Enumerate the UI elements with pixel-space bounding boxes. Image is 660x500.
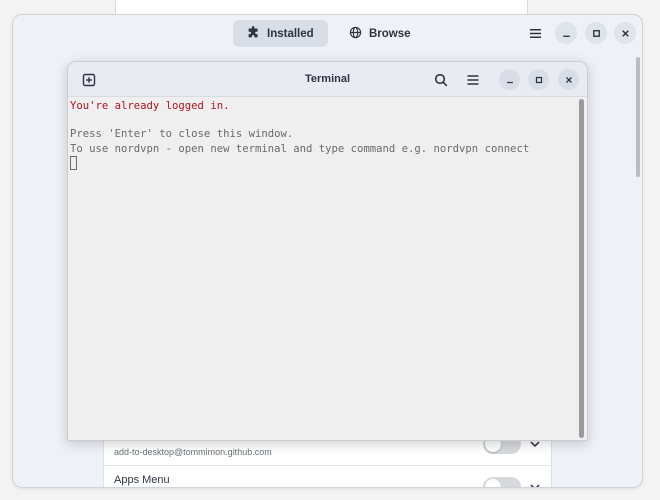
extension-list-scrollbar[interactable] xyxy=(636,57,640,177)
terminal-header: Terminal xyxy=(68,62,587,97)
terminal-line: To use nordvpn - open new terminal and t… xyxy=(70,142,530,155)
terminal-line: You're already logged in. xyxy=(70,100,230,112)
close-icon xyxy=(620,28,631,39)
terminal-scrollbar[interactable] xyxy=(579,99,584,438)
minimize-icon xyxy=(505,75,515,85)
maximize-icon xyxy=(534,75,544,85)
tab-browse[interactable]: Browse xyxy=(335,20,425,47)
puzzle-icon xyxy=(247,25,260,42)
close-button[interactable] xyxy=(614,22,636,44)
minimize-icon xyxy=(561,28,572,39)
expand-button[interactable] xyxy=(529,481,541,487)
chevron-down-icon xyxy=(529,481,541,487)
extension-id: add-to-desktop@tommimon.github.com xyxy=(114,447,272,457)
tab-installed[interactable]: Installed xyxy=(233,20,328,47)
maximize-icon xyxy=(591,28,602,39)
terminal-minimize-button[interactable] xyxy=(499,69,520,90)
tab-browse-label: Browse xyxy=(369,27,411,40)
terminal-menu-button[interactable] xyxy=(462,69,483,90)
text-cursor xyxy=(70,155,77,170)
close-icon xyxy=(564,75,574,85)
search-icon xyxy=(434,73,448,87)
minimize-button[interactable] xyxy=(555,22,577,44)
terminal-line: Press 'Enter' to close this window. xyxy=(70,128,294,141)
extension-list: add-to-desktop@tommimon.github.com Apps … xyxy=(103,434,552,487)
hamburger-icon xyxy=(466,73,480,87)
main-menu-button[interactable] xyxy=(524,22,546,44)
terminal-prompt-line xyxy=(70,155,573,170)
extension-manager-header: Installed Browse xyxy=(13,15,642,53)
globe-icon xyxy=(349,26,362,42)
terminal-maximize-button[interactable] xyxy=(528,69,549,90)
search-button[interactable] xyxy=(430,69,451,90)
extension-name: Apps Menu xyxy=(114,474,170,486)
maximize-button[interactable] xyxy=(585,22,607,44)
terminal-window: Terminal You're already logged in. Press… xyxy=(67,61,588,441)
background-panel xyxy=(115,0,528,14)
extension-toggle[interactable] xyxy=(483,477,521,487)
hamburger-icon xyxy=(529,27,542,40)
terminal-close-button[interactable] xyxy=(558,69,579,90)
tab-installed-label: Installed xyxy=(267,27,314,40)
extension-row[interactable]: Apps Menu xyxy=(104,466,551,487)
terminal-output[interactable]: You're already logged in. Press 'Enter' … xyxy=(68,97,575,440)
